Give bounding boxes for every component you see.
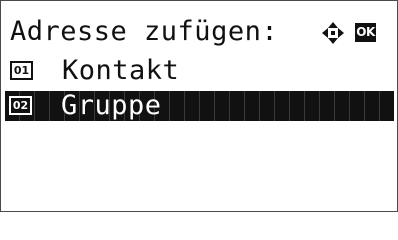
list-item-label: Gruppe [61, 90, 162, 121]
page-title: Adresse zufügen: [10, 16, 279, 47]
item-number-badge: 01 [10, 61, 33, 80]
item-number-badge: 02 [9, 96, 32, 115]
header-row: Adresse zufügen: OK [10, 15, 390, 49]
list-item-label: Kontakt [62, 55, 180, 86]
ok-button[interactable]: OK [355, 23, 376, 42]
list-item-gruppe[interactable]: 02 Gruppe [5, 91, 394, 121]
four-way-arrow-icon [322, 22, 344, 44]
lcd-screen: Adresse zufügen: OK 01 Kontakt 02 Gruppe [0, 0, 398, 212]
list-item-kontakt[interactable]: 01 Kontakt [6, 56, 396, 86]
